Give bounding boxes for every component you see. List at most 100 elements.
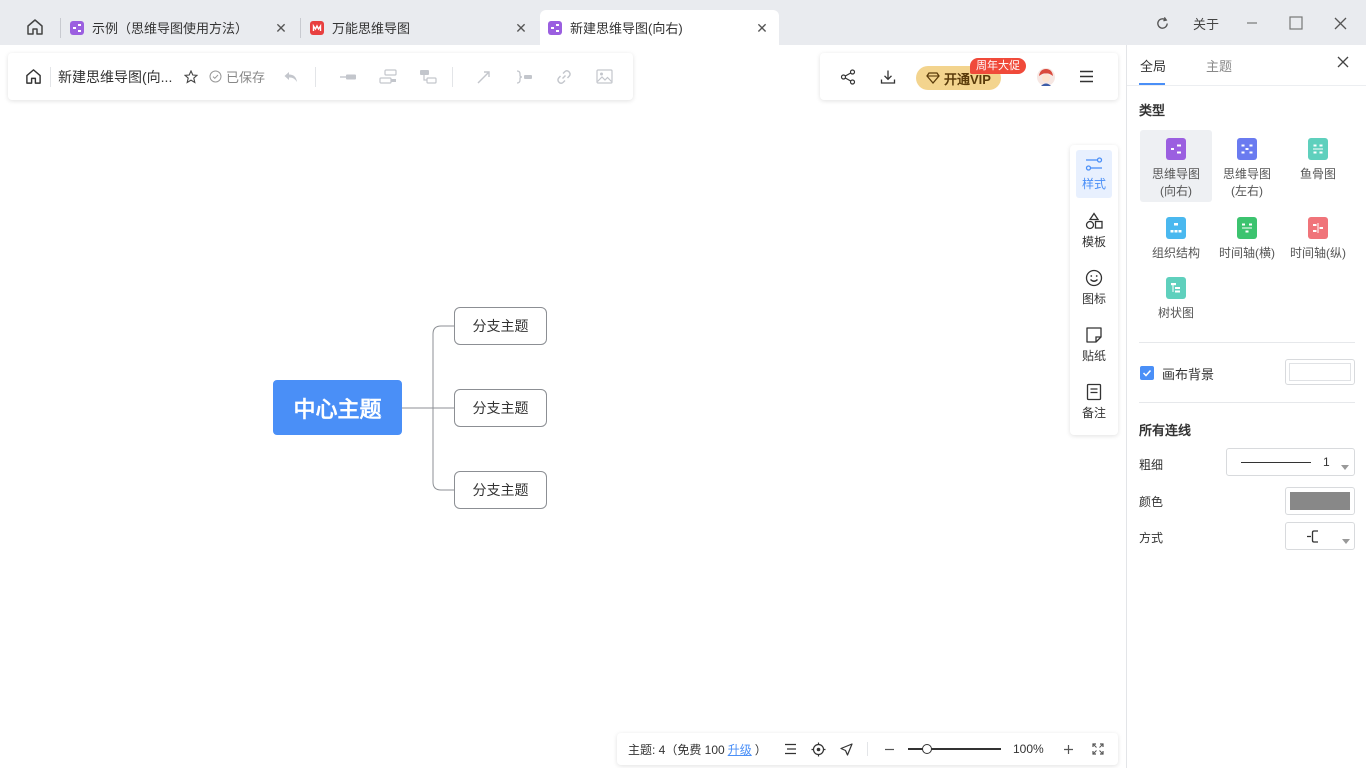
type-mindmap-both[interactable]: 思维导图 (左右): [1211, 130, 1283, 202]
note-tool[interactable]: 备注: [1076, 378, 1112, 426]
panel-divider: [1139, 402, 1355, 403]
toolbar-divider: [50, 67, 51, 87]
style-icon: [1085, 156, 1103, 172]
type-mindmap-right[interactable]: 思维导图 (向右): [1140, 130, 1212, 202]
promo-badge: 周年大促: [970, 58, 1026, 74]
sticker-tool[interactable]: 贴纸: [1076, 321, 1112, 369]
mindmap-right-icon: [1166, 138, 1186, 160]
zoom-in-icon[interactable]: [1061, 733, 1075, 765]
type-label: 树状图: [1157, 306, 1194, 320]
diamond-icon: [926, 72, 940, 84]
emoji-icon: [1085, 269, 1103, 287]
type-label: 组织结构: [1151, 246, 1200, 260]
timeline-vertical-icon: [1308, 217, 1328, 239]
link-icon[interactable]: [553, 53, 575, 100]
relation-line-icon[interactable]: [473, 53, 495, 100]
canvas-background-checkbox[interactable]: [1140, 366, 1154, 380]
mindmap-both-icon: [1237, 138, 1257, 160]
type-timeline-vertical[interactable]: 时间轴(纵): [1282, 209, 1354, 269]
icon-tool[interactable]: 图标: [1076, 264, 1112, 312]
style-tool[interactable]: 样式: [1076, 150, 1112, 198]
navigate-icon[interactable]: [838, 733, 854, 765]
add-child-topic-icon[interactable]: [337, 53, 359, 100]
thickness-value: 1: [1323, 455, 1330, 469]
timeline-horizontal-icon: [1237, 217, 1257, 239]
toolbar-divider: [452, 67, 453, 87]
document-title[interactable]: 新建思维导图(向...: [58, 53, 182, 100]
summary-icon[interactable]: [513, 53, 535, 100]
locate-icon[interactable]: [809, 733, 827, 765]
topic-count: 主题: 4（免费 100 升级 ）: [628, 733, 767, 765]
sticker-icon: [1085, 326, 1103, 344]
style-tool-label: 样式: [1081, 177, 1106, 191]
type-fishbone[interactable]: 鱼骨图: [1282, 130, 1354, 202]
side-tools: 样式 模板 图标 贴纸 备注: [1070, 145, 1118, 435]
line-style-select[interactable]: [1285, 522, 1355, 550]
template-icon: [1085, 212, 1103, 230]
account-toolbar: 开通VIP 周年大促: [820, 53, 1118, 100]
sticker-tool-label: 贴纸: [1081, 349, 1106, 363]
toolbar-divider: [315, 67, 316, 87]
panel-divider: [1127, 85, 1366, 86]
canvas-background-label: 画布背景: [1162, 367, 1215, 382]
fishbone-icon: [1308, 138, 1328, 160]
tab-topic[interactable]: 主题: [1206, 56, 1232, 75]
panel-tabs: 全局 主题: [1127, 45, 1366, 85]
image-icon[interactable]: [593, 53, 615, 100]
type-org-chart[interactable]: 组织结构: [1140, 209, 1212, 269]
line-style-icon: [1306, 529, 1320, 547]
note-tool-label: 备注: [1081, 406, 1106, 420]
add-parent-topic-icon[interactable]: [417, 53, 439, 100]
main-toolbar: 新建思维导图(向... 已保存: [8, 53, 633, 100]
chevron-down-icon: [1342, 533, 1350, 548]
add-sibling-topic-icon[interactable]: [377, 53, 399, 100]
status-divider: [867, 742, 868, 756]
upgrade-link[interactable]: 升级: [728, 741, 752, 758]
center-topic[interactable]: 中心主题: [273, 380, 402, 435]
topic-count-text: 主题: 4（免费 100: [628, 742, 725, 757]
fullscreen-icon[interactable]: [1091, 733, 1105, 765]
type-tree[interactable]: 树状图: [1140, 269, 1212, 329]
thickness-label: 粗细: [1139, 458, 1164, 472]
type-section-title: 类型: [1139, 103, 1166, 118]
type-label: 鱼骨图: [1299, 167, 1336, 181]
star-icon[interactable]: [182, 53, 200, 100]
share-icon[interactable]: [838, 53, 858, 100]
type-label: 时间轴(纵): [1290, 246, 1346, 260]
type-label-sub: (左右): [1231, 184, 1263, 198]
type-label: 思维导图: [1222, 167, 1271, 181]
zoom-level: 100%: [1013, 742, 1044, 756]
lines-section-title: 所有连线: [1139, 423, 1192, 438]
home-icon[interactable]: [22, 53, 44, 100]
zoom-slider[interactable]: [908, 733, 1001, 765]
type-timeline-horizontal[interactable]: 时间轴(横): [1211, 209, 1283, 269]
download-icon[interactable]: [878, 53, 898, 100]
branch-topic[interactable]: 分支主题: [454, 389, 547, 427]
thickness-select[interactable]: 1: [1226, 448, 1355, 476]
line-color-picker[interactable]: [1285, 487, 1355, 515]
undo-icon[interactable]: [280, 53, 302, 100]
icon-tool-label: 图标: [1081, 292, 1106, 306]
branch-topic[interactable]: 分支主题: [454, 471, 547, 509]
topic-count-close: ）: [754, 742, 767, 757]
close-icon[interactable]: [1337, 55, 1349, 73]
line-color-swatch: [1290, 492, 1350, 510]
saved-status: 已保存: [226, 70, 266, 85]
zoom-slider-thumb[interactable]: [922, 744, 932, 754]
type-label: 思维导图: [1151, 167, 1200, 181]
color-swatch: [1289, 363, 1351, 381]
color-label: 颜色: [1139, 495, 1164, 509]
outline-icon[interactable]: [782, 733, 798, 765]
chevron-down-icon: [1341, 459, 1349, 474]
template-tool[interactable]: 模板: [1076, 207, 1112, 255]
panel-divider: [1139, 342, 1355, 343]
tab-global[interactable]: 全局: [1140, 56, 1166, 75]
zoom-out-icon[interactable]: [882, 733, 896, 765]
canvas-background-color[interactable]: [1285, 359, 1355, 385]
properties-panel: 全局 主题 类型 思维导图 (向右) 思维导图 (左右) 鱼骨图 组织结构 时间…: [1126, 45, 1366, 768]
template-tool-label: 模板: [1081, 235, 1106, 249]
menu-icon[interactable]: [1076, 53, 1096, 100]
avatar[interactable]: [1034, 53, 1058, 100]
branch-topic[interactable]: 分支主题: [454, 307, 547, 345]
style-label: 方式: [1139, 531, 1164, 545]
